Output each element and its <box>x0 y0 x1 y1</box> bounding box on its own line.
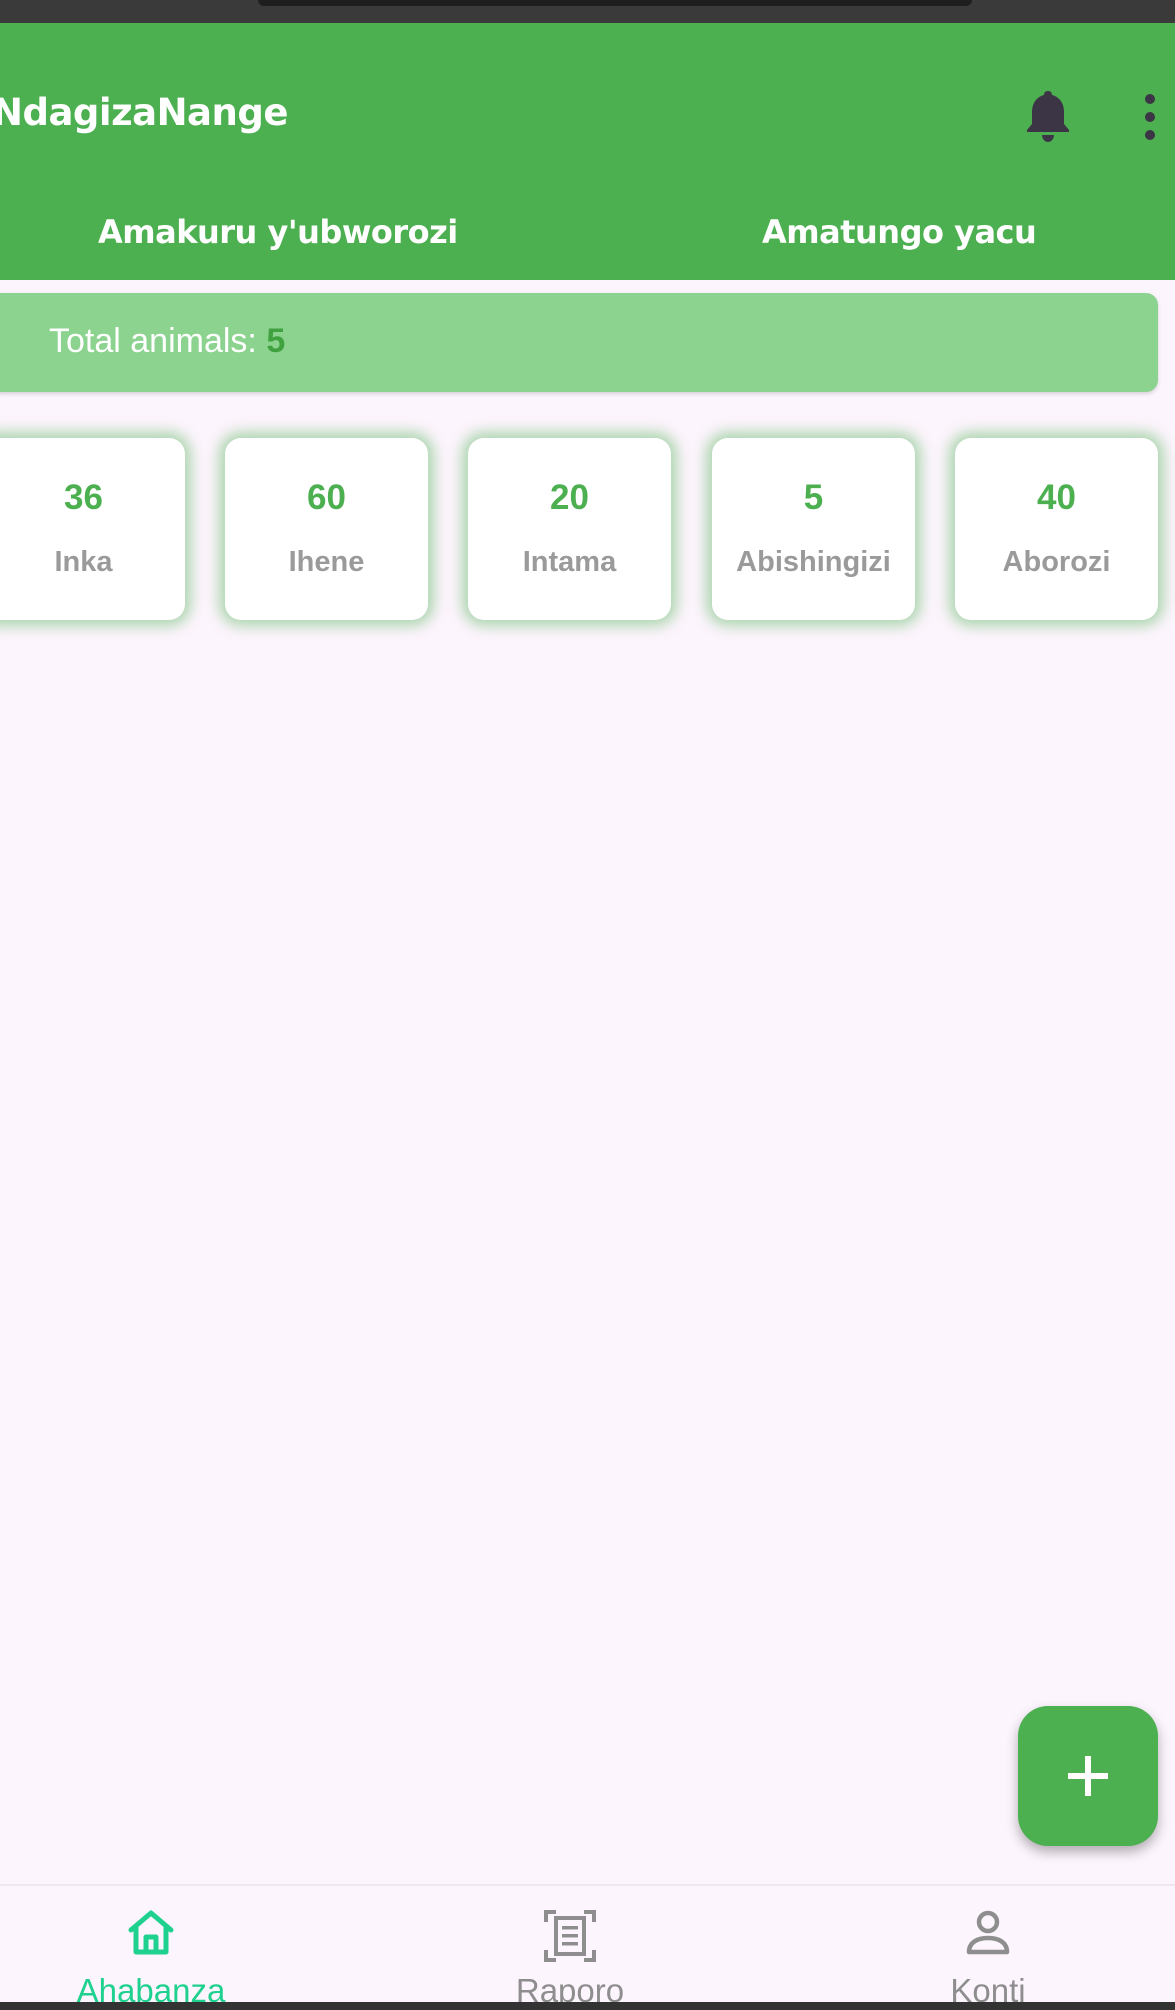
animal-label: Inka <box>54 546 113 578</box>
animal-label: Abishingizi <box>736 546 891 578</box>
tab-our-animals[interactable]: Amatungo yacu <box>762 213 1037 273</box>
more-vert-icon[interactable] <box>1130 93 1170 141</box>
status-bar <box>0 0 1175 23</box>
app-bar: NdagizaNange Amakuru y'ubworozi Amatungo… <box>0 23 1175 304</box>
total-animals-text: Total animals: 5 <box>49 322 285 361</box>
document-scan-icon <box>544 1910 596 1962</box>
bottom-navigation: Ahabanza Raporo Konti <box>0 1884 1175 2009</box>
animal-card-ihene[interactable]: 60 Ihene <box>225 438 428 620</box>
animal-count: 40 <box>1037 478 1076 517</box>
animal-card-intama[interactable]: 20 Intama <box>468 438 671 620</box>
camera-notch <box>258 0 972 6</box>
tab-livestock-info[interactable]: Amakuru y'ubworozi <box>98 213 458 273</box>
animal-count: 5 <box>803 478 824 517</box>
nav-home[interactable]: Ahabanza <box>1 1886 301 2009</box>
nav-reports[interactable]: Raporo <box>420 1886 720 2009</box>
app-title: NdagizaNange <box>0 91 288 134</box>
total-animals-label: Total animals: <box>49 322 267 360</box>
add-button[interactable] <box>1018 1706 1158 1846</box>
animal-label: Ihene <box>288 546 365 578</box>
plus-icon <box>1068 1756 1108 1796</box>
person-icon <box>966 1910 1010 1955</box>
system-navigation-bar <box>0 2002 1175 2010</box>
animal-count: 36 <box>64 478 103 517</box>
animal-card-aborozi[interactable]: 40 Aborozi <box>955 438 1158 620</box>
animal-card-inka[interactable]: 36 Inka <box>0 438 185 620</box>
bell-icon[interactable] <box>1025 87 1071 143</box>
nav-account[interactable]: Konti <box>838 1886 1138 2009</box>
home-icon <box>128 1910 174 1955</box>
animal-count: 60 <box>307 478 346 517</box>
animal-label: Intama <box>522 546 617 578</box>
animal-card-abishingizi[interactable]: 5 Abishingizi <box>712 438 915 620</box>
animal-count: 20 <box>550 478 589 517</box>
total-animals-count: 5 <box>266 322 286 360</box>
animal-label: Aborozi <box>1002 546 1111 578</box>
